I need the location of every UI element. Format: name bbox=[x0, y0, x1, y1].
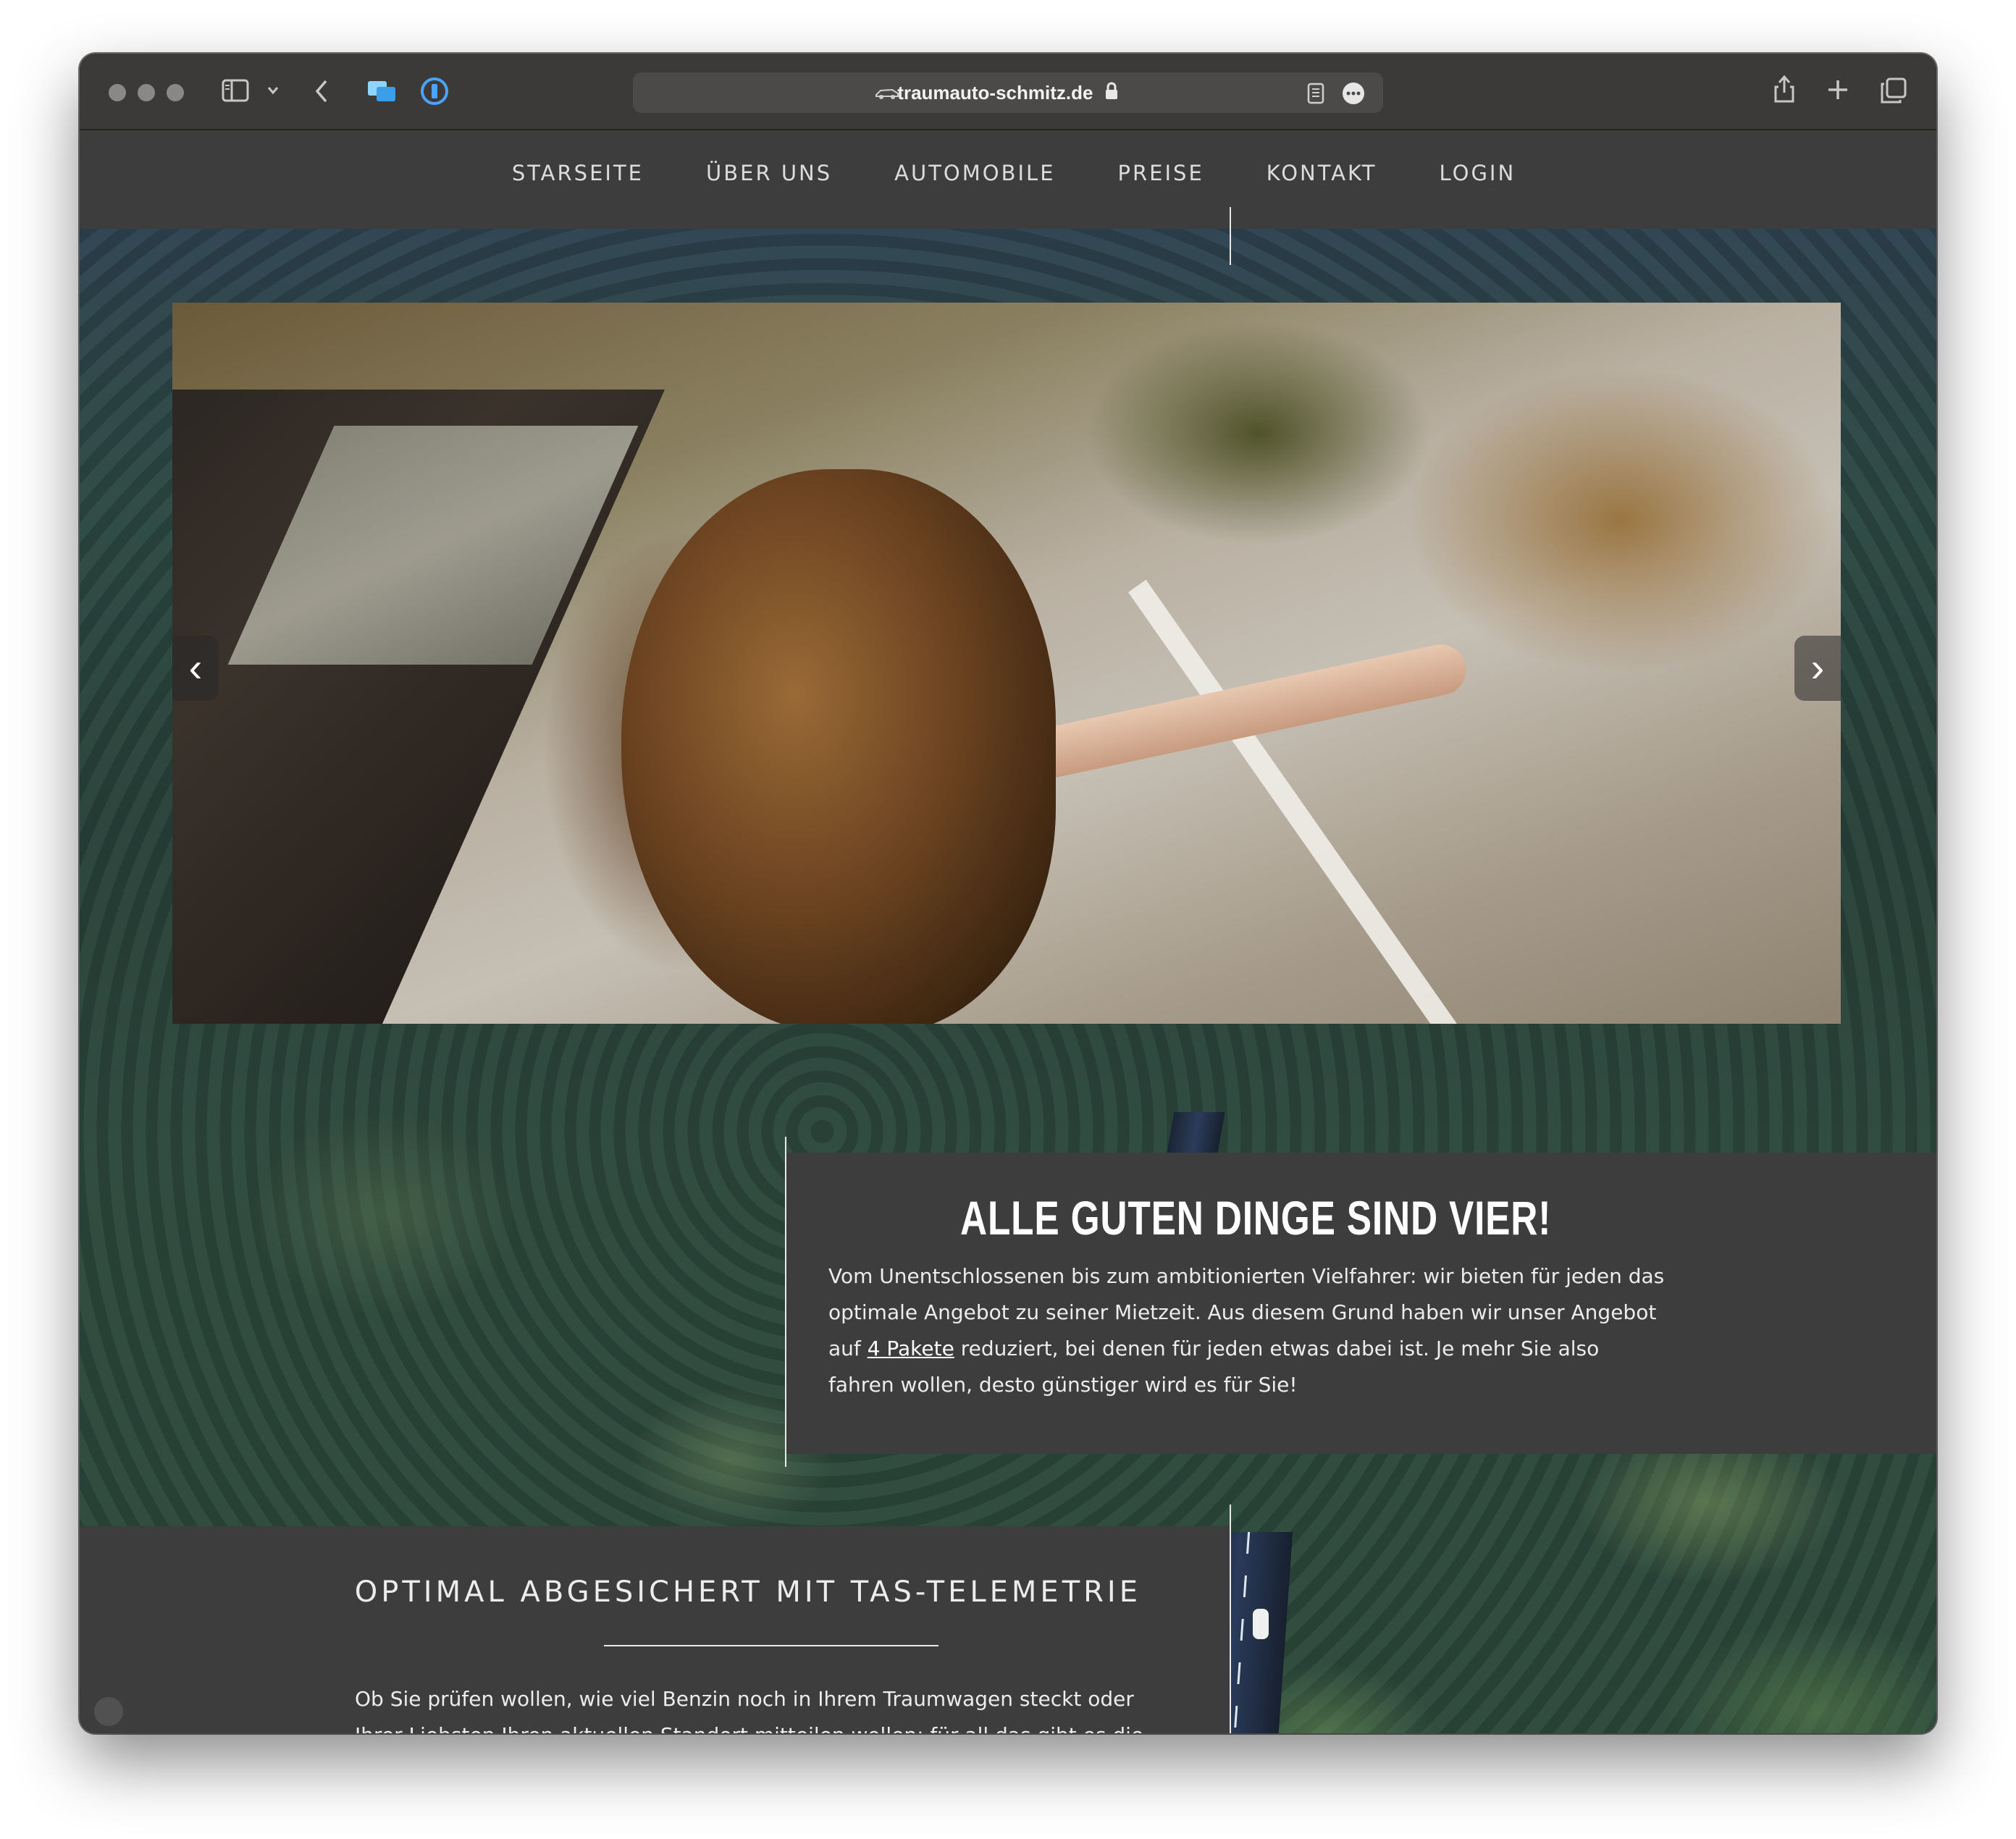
back-arrow-icon[interactable] bbox=[313, 78, 330, 108]
section1-text: Vom Unentschlossenen bis zum ambitionier… bbox=[828, 1258, 1668, 1403]
site-navigation: STARSEITE ÜBER UNS AUTOMOBILE PREISE KON… bbox=[80, 130, 1936, 207]
car-image-detail bbox=[1253, 1609, 1269, 1639]
nav-item-login[interactable]: LOGIN bbox=[1440, 161, 1516, 185]
new-tab-plus-icon[interactable] bbox=[1826, 78, 1849, 105]
nav-item-kontakt[interactable]: KONTAKT bbox=[1267, 161, 1377, 185]
page-content: ‹ › ALLE GUTEN DINGE SIND VIER! Vom Unen… bbox=[80, 207, 1936, 1733]
zoom-window-button[interactable] bbox=[167, 84, 184, 101]
url-label: traumauto-schmitz.de bbox=[897, 82, 1093, 104]
section2-text: Ob Sie prüfen wollen, wie viel Benzin no… bbox=[355, 1687, 1143, 1733]
packages-link[interactable]: 4 Pakete bbox=[868, 1337, 954, 1360]
chevron-down-icon[interactable] bbox=[266, 85, 280, 99]
slide-outstretched-arm bbox=[999, 639, 1471, 788]
nav-item-startseite[interactable]: STARSEITE bbox=[512, 161, 644, 185]
close-window-button[interactable] bbox=[109, 84, 126, 101]
nav-item-preise[interactable]: PREISE bbox=[1118, 161, 1204, 185]
lock-icon bbox=[1104, 74, 1119, 114]
section2-heading-rule bbox=[604, 1645, 938, 1646]
nav-item-automobile[interactable]: AUTOMOBILE bbox=[894, 161, 1055, 185]
hero-image-slider: ‹ › bbox=[172, 303, 1841, 1024]
sidebar-toggle-icon[interactable] bbox=[222, 78, 249, 106]
slide-woman-hair bbox=[621, 469, 1056, 1024]
url-text: traumauto-schmitz.de bbox=[633, 72, 1383, 114]
cookie-settings-icon[interactable] bbox=[94, 1697, 123, 1726]
browser-window: traumauto-schmitz.de STARSEITE ÜBER UNS … bbox=[80, 54, 1936, 1733]
section1-heading: ALLE GUTEN DINGE SIND VIER! bbox=[960, 1191, 1552, 1245]
decorative-divider-line bbox=[1230, 207, 1231, 265]
reader-mode-icon[interactable] bbox=[1306, 83, 1325, 108]
telemetry-info-box: OPTIMAL ABGESICHERT MIT TAS-TELEMETRIE O… bbox=[80, 1526, 1230, 1733]
nav-underhang bbox=[80, 207, 1230, 229]
minimize-window-button[interactable] bbox=[138, 84, 155, 101]
chevron-left-icon: ‹ bbox=[188, 644, 203, 690]
tab-overview-extension-icon[interactable] bbox=[366, 78, 397, 106]
address-bar[interactable]: traumauto-schmitz.de bbox=[633, 72, 1383, 113]
packages-info-box: ALLE GUTEN DINGE SIND VIER! Vom Unentsch… bbox=[786, 1153, 1936, 1454]
slide-road-marking bbox=[1128, 579, 1520, 1024]
slider-prev-button[interactable]: ‹ bbox=[172, 636, 219, 701]
nav-item-ueber-uns[interactable]: ÜBER UNS bbox=[706, 161, 832, 185]
more-options-icon[interactable] bbox=[1341, 81, 1366, 109]
password-manager-icon[interactable] bbox=[420, 77, 449, 109]
section2-divider-line bbox=[1230, 1505, 1231, 1733]
share-icon[interactable] bbox=[1773, 74, 1796, 108]
chevron-right-icon: › bbox=[1810, 644, 1825, 690]
section2-heading: OPTIMAL ABGESICHERT MIT TAS-TELEMETRIE bbox=[354, 1575, 1141, 1609]
tab-overview-icon[interactable] bbox=[1880, 77, 1907, 108]
browser-toolbar: traumauto-schmitz.de bbox=[80, 54, 1936, 130]
slider-next-button[interactable]: › bbox=[1794, 636, 1841, 701]
